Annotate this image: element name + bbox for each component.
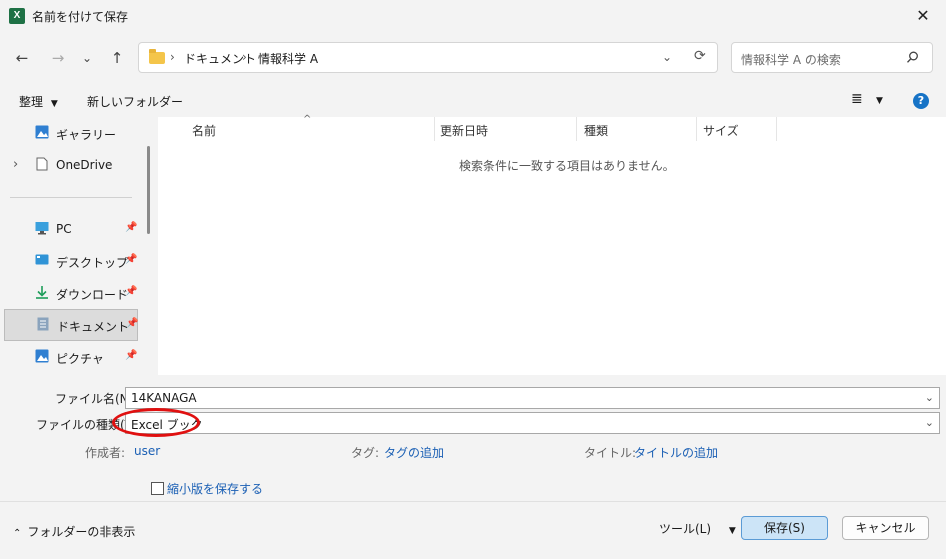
cancel-button[interactable]: キャンセル	[842, 516, 929, 540]
filename-input[interactable]: 14KANAGA	[131, 391, 197, 405]
organize-label: 整理	[19, 95, 44, 109]
sidebar-item-gallery[interactable]: ギャラリー	[4, 118, 138, 148]
chevron-down-icon: ▼	[728, 526, 736, 536]
save-thumbnail-label[interactable]: 縮小版を保存する	[167, 480, 263, 497]
hide-folders-button[interactable]: ⌃ フォルダーの非表示	[13, 523, 135, 540]
column-separator[interactable]	[776, 117, 777, 141]
column-name[interactable]: 名前	[192, 122, 216, 139]
title-bar: X 名前を付けて保存 ✕	[0, 0, 946, 32]
sort-ascending-icon: ^	[303, 114, 312, 125]
empty-folder-message: 検索条件に一致する項目はありません。	[459, 159, 675, 173]
file-list[interactable]: 名前 ^ 更新日時 種類 サイズ 検索条件に一致する項目はありません。	[158, 114, 946, 375]
up-button[interactable]: ↑	[104, 45, 130, 71]
search-input[interactable]: 情報科学 A の検索	[741, 51, 841, 68]
save-button[interactable]: 保存(S)	[741, 516, 828, 540]
save-thumbnail-checkbox[interactable]	[151, 482, 164, 495]
column-type[interactable]: 種類	[584, 122, 608, 139]
filetype-select[interactable]: Excel ブック ⌄	[125, 412, 940, 434]
pin-icon[interactable]: 📌	[125, 254, 137, 265]
sidebar-item-label: デスクトップ	[56, 256, 129, 270]
pin-icon[interactable]: 📌	[125, 286, 137, 297]
sidebar-item-pc[interactable]: PC 📌	[4, 214, 138, 244]
onedrive-icon	[35, 157, 49, 171]
pictures-icon	[35, 349, 49, 363]
column-size[interactable]: サイズ	[703, 122, 739, 139]
view-options-icon[interactable]: ≣	[851, 91, 863, 107]
help-icon[interactable]: ?	[913, 93, 929, 109]
close-button[interactable]: ✕	[900, 0, 946, 32]
footer-divider	[0, 501, 946, 502]
filename-combobox[interactable]: 14KANAGA ⌄	[125, 387, 940, 409]
sidebar-divider	[10, 197, 132, 198]
back-button[interactable]: ←	[9, 45, 35, 71]
desktop-icon	[35, 253, 49, 267]
author-label: 作成者:	[85, 446, 126, 460]
breadcrumb-separator-icon: ›	[242, 50, 247, 64]
gallery-icon	[35, 125, 49, 139]
organize-button[interactable]: 整理 ▼	[19, 93, 58, 110]
tags-label: タグ:	[351, 446, 380, 460]
breadcrumb-current-folder[interactable]: 情報科学 A	[258, 50, 318, 67]
window-title: 名前を付けて保存	[32, 10, 129, 24]
title-field[interactable]: タイトルの追加	[634, 444, 718, 461]
sidebar-item-label: OneDrive	[56, 158, 113, 172]
pin-icon[interactable]: 📌	[126, 318, 138, 329]
sidebar-item-label: ドキュメント	[57, 320, 130, 334]
sidebar-item-onedrive[interactable]: OneDrive	[4, 150, 138, 180]
excel-icon: X	[9, 8, 25, 24]
sidebar-item-pictures[interactable]: ピクチャ 📌	[4, 342, 138, 372]
author-field[interactable]: user	[134, 444, 160, 458]
pin-icon[interactable]: 📌	[125, 222, 137, 233]
tags-field[interactable]: タグの追加	[384, 444, 444, 461]
search-box[interactable]: 情報科学 A の検索	[731, 42, 933, 73]
highlight-annotation-ellipse	[112, 408, 200, 437]
sidebar-item-desktop[interactable]: デスクトップ 📌	[4, 246, 138, 276]
sidebar-item-label: ギャラリー	[56, 128, 117, 142]
chevron-down-icon[interactable]: ⌄	[925, 391, 934, 404]
pin-icon[interactable]: 📌	[125, 350, 137, 361]
sidebar-item-label: PC	[56, 222, 72, 236]
address-dropdown-icon[interactable]: ⌄	[662, 50, 672, 64]
refresh-icon[interactable]: ⟳	[694, 48, 706, 64]
sidebar-item-documents[interactable]: ドキュメント 📌	[4, 309, 138, 341]
pc-icon	[35, 221, 49, 235]
tools-label: ツール(L)	[659, 522, 712, 536]
sidebar-item-label: ピクチャ	[56, 352, 104, 366]
column-separator[interactable]	[434, 117, 435, 141]
address-bar[interactable]: › ドキュメント › 情報科学 A ⌄ ⟳	[138, 42, 718, 73]
chevron-down-icon: ▼	[50, 99, 58, 109]
folder-icon	[149, 49, 165, 64]
column-separator[interactable]	[576, 117, 577, 141]
documents-icon	[36, 317, 50, 331]
hide-folders-label: フォルダーの非表示	[27, 525, 136, 539]
sidebar-scrollbar[interactable]	[147, 146, 150, 234]
column-separator[interactable]	[696, 117, 697, 141]
recent-locations-button[interactable]: ⌄	[74, 45, 100, 71]
breadcrumb-separator-icon: ›	[170, 50, 175, 64]
download-icon	[35, 285, 49, 299]
sidebar-item-downloads[interactable]: ダウンロード 📌	[4, 278, 138, 308]
chevron-up-icon: ⌃	[13, 528, 22, 539]
chevron-down-icon[interactable]: ⌄	[925, 416, 934, 429]
column-date-modified[interactable]: 更新日時	[440, 122, 488, 139]
view-dropdown-icon[interactable]: ▼	[876, 96, 883, 106]
sidebar-item-label: ダウンロード	[56, 288, 129, 302]
tools-button[interactable]: ツール(L) ▼	[659, 520, 736, 537]
forward-button[interactable]: →	[45, 45, 71, 71]
search-icon[interactable]	[906, 51, 919, 64]
title-label: タイトル:	[584, 446, 637, 460]
navigation-pane: ギャラリー › OneDrive PC 📌 デスクトップ 📌 ダウンロード 📌 …	[0, 117, 150, 375]
new-folder-button[interactable]: 新しいフォルダー	[87, 93, 183, 110]
